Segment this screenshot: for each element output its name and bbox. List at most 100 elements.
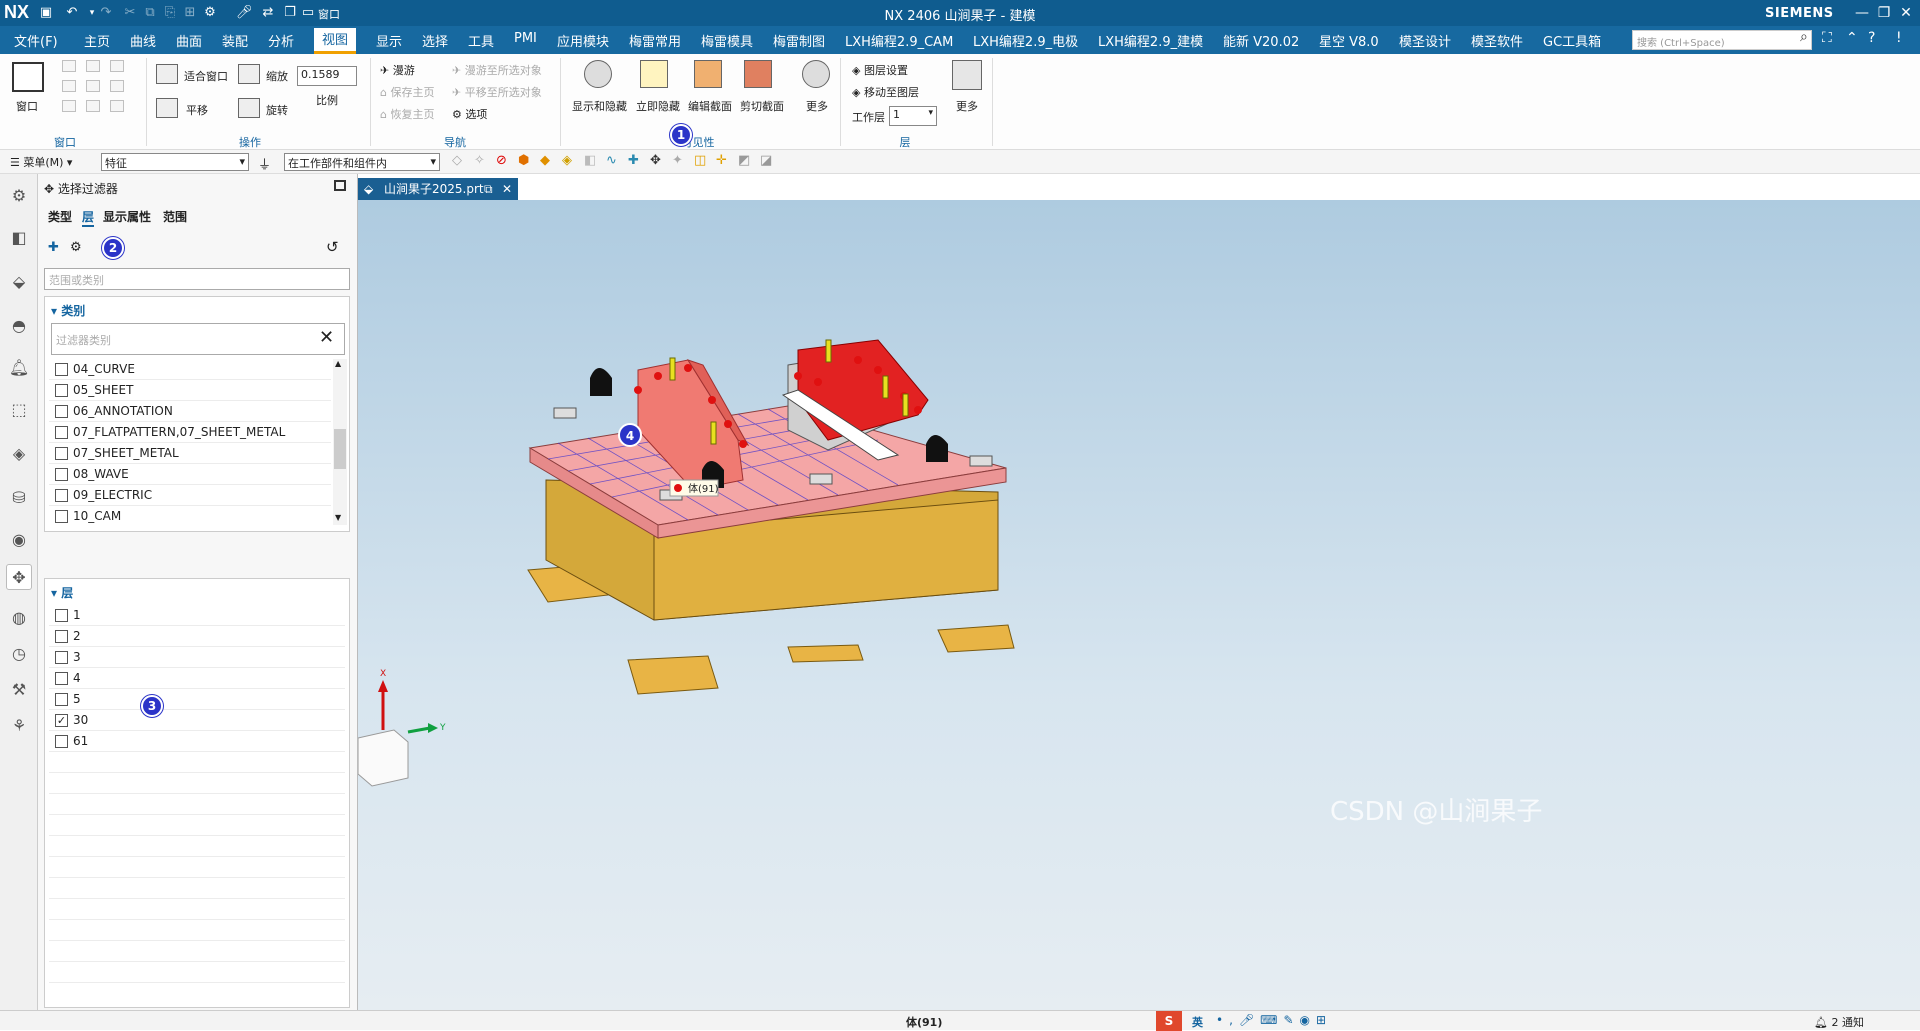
rotate-icon[interactable] <box>238 98 260 118</box>
layer-checkbox[interactable]: ✓ <box>55 714 68 727</box>
tab-7[interactable]: 显示 <box>376 31 402 50</box>
category-checkbox[interactable] <box>55 426 68 439</box>
assembly-navigator-icon[interactable]: ◧ <box>6 224 32 250</box>
tab-2[interactable]: 曲线 <box>130 31 156 50</box>
history-icon[interactable]: ◷ <box>6 640 32 666</box>
panel-tab-1[interactable]: 层 <box>82 208 95 227</box>
roam-to-selected-button[interactable]: ✈ 漫游至所选对象 <box>452 62 542 78</box>
tab-18[interactable]: 能新 V20.02 <box>1223 31 1299 50</box>
selection-tool-icon-12[interactable]: ✛ <box>716 153 727 168</box>
selection-tool-icon-11[interactable]: ◫ <box>694 153 706 168</box>
model-view[interactable]: 4 体(91) X Y Z CSDN @山涧果子 <box>350 200 1920 1010</box>
type-filter-select[interactable]: 特征 ▾ <box>101 153 249 171</box>
options-button[interactable]: ⚙ 选项 <box>452 106 487 122</box>
pan-to-selected-button[interactable]: ✈ 平移至所选对象 <box>452 84 542 100</box>
minimize-icon[interactable]: — <box>1852 4 1872 22</box>
save-home-button[interactable]: ⌂ 保存主页 <box>380 84 434 100</box>
collapse-ribbon-icon[interactable]: ⌃ <box>1846 30 1858 46</box>
category-header[interactable]: ▾ 类别 <box>51 302 85 319</box>
show-hide-icon[interactable] <box>584 60 612 88</box>
tab-close-icon[interactable]: ✕ <box>502 178 512 200</box>
selection-tool-icon-5[interactable]: ◈ <box>562 153 572 168</box>
layer-item[interactable]: 3 <box>49 647 345 668</box>
tab-16[interactable]: LXH编程2.9_电极 <box>973 31 1078 50</box>
fit-button[interactable]: 适合窗口 <box>184 68 228 84</box>
layers-more-button[interactable]: 更多 <box>956 98 978 114</box>
tab-9[interactable]: 工具 <box>468 31 494 50</box>
fit-icon[interactable] <box>156 64 178 84</box>
window-button[interactable]: 窗口 <box>16 98 38 114</box>
tab-12[interactable]: 梅雷常用 <box>629 31 681 50</box>
layer-header[interactable]: ▾ 层 <box>51 584 73 601</box>
selection-tool-icon-0[interactable]: ◇ <box>452 153 462 168</box>
tab-5[interactable]: 分析 <box>268 31 294 50</box>
selection-filter-icon[interactable]: ✥ <box>6 564 32 590</box>
edit-section-icon[interactable] <box>694 60 722 88</box>
selection-tool-icon-4[interactable]: ◆ <box>540 153 550 168</box>
tab-3[interactable]: 曲面 <box>176 31 202 50</box>
category-checkbox[interactable] <box>55 510 68 523</box>
rotate-button[interactable]: 旋转 <box>266 102 288 118</box>
category-checkbox[interactable] <box>55 363 68 376</box>
restore-home-button[interactable]: ⌂ 恢复主页 <box>380 106 434 122</box>
category-item[interactable]: 04_CURVE <box>49 359 331 380</box>
roam-button[interactable]: ✈ 漫游 <box>380 62 415 78</box>
category-item[interactable]: 06_ANNOTATION <box>49 401 331 422</box>
part-file-tab[interactable]: ⬙ 山涧果子2025.prt ⧉ ✕ <box>358 178 518 200</box>
filter-set-icon[interactable]: ⚙ <box>70 240 82 255</box>
fullscreen-icon[interactable]: ⛶ <box>1822 30 1832 46</box>
selection-tool-icon-6[interactable]: ◧ <box>584 153 596 168</box>
selection-tool-icon-7[interactable]: ∿ <box>606 153 617 168</box>
selection-tool-icon-3[interactable]: ⬢ <box>518 153 529 168</box>
filter-icon[interactable]: ⏚ <box>258 154 271 173</box>
web-browser-icon[interactable]: ⛁ <box>6 484 32 510</box>
layer-checkbox[interactable] <box>55 609 68 622</box>
clip-section-button[interactable]: 剪切截面 <box>740 98 784 114</box>
manufacturing-wizard-icon[interactable]: ⚘ <box>6 712 32 738</box>
move-to-layer-button[interactable]: ◈ 移动至图层 <box>852 84 919 100</box>
category-item[interactable]: 09_ELECTRIC <box>49 485 331 506</box>
clear-filter-icon[interactable]: ✕ <box>319 327 334 348</box>
category-checkbox[interactable] <box>55 405 68 418</box>
tab-11[interactable]: 应用模块 <box>557 31 609 50</box>
layer-checkbox[interactable] <box>55 672 68 685</box>
pan-button[interactable]: 平移 <box>186 102 208 118</box>
window-icon[interactable] <box>12 62 44 92</box>
layer-checkbox[interactable] <box>55 693 68 706</box>
category-filter-input[interactable]: 过滤器类别 <box>51 323 345 355</box>
layers-more-icon[interactable] <box>952 60 982 90</box>
palette-icon[interactable]: ◉ <box>6 526 32 552</box>
tab-menu-icon[interactable]: ⧉ <box>484 178 493 200</box>
layer-item[interactable]: 61 <box>49 731 345 752</box>
hd3d-icon[interactable]: ◈ <box>6 440 32 466</box>
ime-language[interactable]: 英 <box>1192 1014 1203 1030</box>
zoom-icon[interactable] <box>238 64 260 84</box>
settings-icon[interactable]: ⚙ <box>6 182 32 208</box>
layer-item[interactable]: 5 <box>49 689 345 710</box>
scale-input[interactable]: 0.1589 <box>297 66 357 86</box>
tab-21[interactable]: 模圣软件 <box>1471 31 1523 50</box>
edit-section-button[interactable]: 编辑截面 <box>688 98 732 114</box>
graphics-window[interactable]: 4 体(91) X Y Z CSDN @山涧果子 <box>350 200 1920 1010</box>
selection-tool-icon-10[interactable]: ✦ <box>672 153 683 168</box>
show-hide-button[interactable]: 显示和隐藏 <box>572 98 627 114</box>
selection-tool-icon-13[interactable]: ◩ <box>738 153 750 168</box>
layer-settings-button[interactable]: ◈ 图层设置 <box>852 62 908 78</box>
tab-14[interactable]: 梅雷制图 <box>773 31 825 50</box>
roles-icon[interactable]: ◍ <box>6 604 32 630</box>
layer-item[interactable]: 2 <box>49 626 345 647</box>
selection-tool-icon-14[interactable]: ◪ <box>760 153 772 168</box>
selection-tool-icon-1[interactable]: ✧ <box>474 153 485 168</box>
category-item[interactable]: 08_WAVE <box>49 464 331 485</box>
layer-checkbox[interactable] <box>55 651 68 664</box>
layer-item[interactable]: 4 <box>49 668 345 689</box>
panel-tab-3[interactable]: 范围 <box>163 208 187 225</box>
search-icon[interactable]: ⌕ <box>1800 29 1808 45</box>
layer-item[interactable]: ✓ 30 <box>49 710 345 731</box>
layer-checkbox[interactable] <box>55 630 68 643</box>
tab-4[interactable]: 装配 <box>222 31 248 50</box>
search-input[interactable]: 搜索 (Ctrl+Space) <box>1632 30 1812 50</box>
category-scrollbar[interactable]: ▲ ▼ <box>333 359 347 525</box>
part-navigator-icon[interactable]: ⬙ <box>6 268 32 294</box>
category-checkbox[interactable] <box>55 447 68 460</box>
